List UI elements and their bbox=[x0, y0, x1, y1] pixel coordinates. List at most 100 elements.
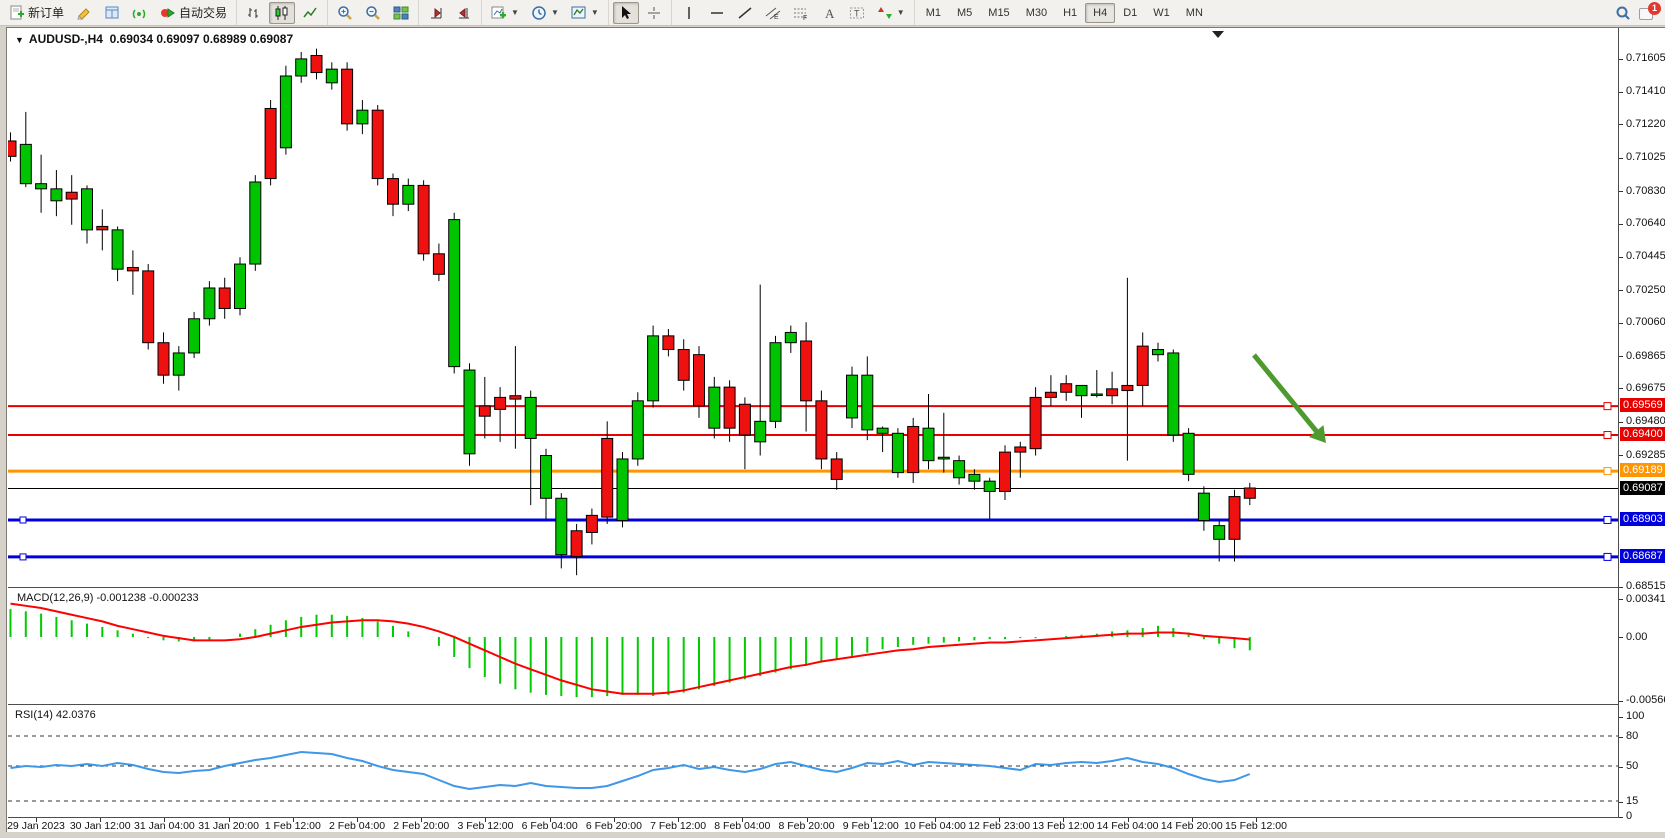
price-tick: 0.70060 bbox=[1626, 316, 1665, 328]
vertical-line-button[interactable] bbox=[676, 2, 702, 24]
signal-icon bbox=[132, 5, 148, 21]
timeframe-h4-button[interactable]: H4 bbox=[1085, 3, 1115, 23]
notifications-icon[interactable]: 1 bbox=[1639, 5, 1657, 21]
zoom-in-icon bbox=[337, 5, 353, 21]
timeframe-m15-button[interactable]: M15 bbox=[980, 3, 1017, 23]
toolbar-group-5 bbox=[608, 0, 671, 25]
autotrading-button[interactable]: 自动交易 bbox=[155, 1, 232, 24]
dropdown-caret-icon[interactable]: ▼ bbox=[591, 8, 599, 17]
toolbar-group-1 bbox=[236, 0, 327, 25]
candle-bull bbox=[464, 370, 475, 454]
indicators-button[interactable]: ▼ bbox=[486, 2, 524, 24]
candle-bull bbox=[280, 76, 291, 148]
candle-bull bbox=[770, 343, 781, 422]
timeframe-m5-button[interactable]: M5 bbox=[949, 3, 980, 23]
arrows-button[interactable]: ▼ bbox=[872, 2, 910, 24]
candle-bear bbox=[1137, 346, 1148, 385]
line-chart-button[interactable] bbox=[297, 2, 323, 24]
candle-bull bbox=[954, 461, 965, 478]
candle-bear bbox=[1000, 452, 1011, 491]
zoom-out-button[interactable] bbox=[360, 2, 386, 24]
candle-bull bbox=[296, 59, 307, 76]
dropdown-caret-icon[interactable]: ▼ bbox=[511, 8, 519, 17]
candle-bear bbox=[602, 438, 613, 517]
candle-bear bbox=[265, 108, 276, 178]
signals-button[interactable] bbox=[127, 2, 153, 24]
macd-tick: 0.00 bbox=[1626, 631, 1647, 643]
line-handle-icon[interactable] bbox=[20, 554, 26, 560]
time-axis-label: 29 Jan 2023 bbox=[7, 820, 65, 832]
price-tick: 0.71410 bbox=[1626, 85, 1665, 97]
chart-shift-marker-icon[interactable] bbox=[1212, 31, 1224, 38]
market-window-button[interactable] bbox=[99, 2, 125, 24]
line-handle-icon[interactable] bbox=[1604, 432, 1611, 439]
timeframe-m1-button[interactable]: M1 bbox=[918, 3, 949, 23]
candle-bear bbox=[816, 401, 827, 459]
timeframe-mn-button[interactable]: MN bbox=[1178, 3, 1211, 23]
fibo-icon: F bbox=[793, 5, 809, 21]
text-label-button[interactable]: T bbox=[844, 2, 870, 24]
notification-badge: 1 bbox=[1648, 2, 1661, 15]
tile-windows-button[interactable] bbox=[388, 2, 414, 24]
line-handle-icon[interactable] bbox=[1604, 403, 1611, 410]
line-handle-icon[interactable] bbox=[1604, 553, 1611, 560]
time-axis[interactable]: 29 Jan 202330 Jan 12:0031 Jan 04:0031 Ja… bbox=[8, 817, 1618, 833]
text-button[interactable]: A bbox=[816, 2, 842, 24]
styler-button[interactable] bbox=[71, 2, 97, 24]
timeframe-w1-button[interactable]: W1 bbox=[1145, 3, 1178, 23]
cursor-button[interactable] bbox=[613, 2, 639, 24]
fibonacci-button[interactable]: F bbox=[788, 2, 814, 24]
line-handle-icon[interactable] bbox=[20, 517, 26, 523]
rsi-tick: 100 bbox=[1626, 710, 1644, 722]
timeframe-h1-button[interactable]: H1 bbox=[1055, 3, 1085, 23]
timeframe-m30-button[interactable]: M30 bbox=[1018, 3, 1055, 23]
time-axis-label: 13 Feb 12:00 bbox=[1032, 820, 1094, 832]
candle-bull bbox=[632, 401, 643, 459]
candle-bear bbox=[801, 341, 812, 401]
candle-bear bbox=[678, 350, 689, 381]
crosshair-button[interactable] bbox=[641, 2, 667, 24]
line-handle-icon[interactable] bbox=[1604, 468, 1611, 475]
template-icon bbox=[571, 5, 587, 21]
macd-tick: -0.005669 bbox=[1626, 694, 1665, 706]
candles-chart-button[interactable] bbox=[269, 2, 295, 24]
templates-button[interactable]: ▼ bbox=[566, 2, 604, 24]
new-order-icon bbox=[9, 5, 25, 21]
dropdown-caret-icon[interactable]: ▼ bbox=[551, 8, 559, 17]
dropdown-caret-icon[interactable]: ▼ bbox=[897, 8, 905, 17]
candle-bull bbox=[204, 288, 215, 319]
chart-shift-button[interactable] bbox=[451, 2, 477, 24]
candle-bull bbox=[755, 421, 766, 442]
price-axis[interactable]: 0.716050.714100.712200.710250.708300.706… bbox=[1618, 28, 1665, 818]
trendline-button[interactable] bbox=[732, 2, 758, 24]
horizontal-line-button[interactable] bbox=[704, 2, 730, 24]
autotrading-icon bbox=[160, 5, 176, 21]
macd-panel[interactable] bbox=[8, 592, 1618, 704]
equidistant-channel-button[interactable]: E bbox=[760, 2, 786, 24]
candle-bear bbox=[8, 141, 16, 156]
search-icon[interactable] bbox=[1615, 5, 1631, 21]
bars-chart-button[interactable] bbox=[241, 2, 267, 24]
arrow-annotation[interactable] bbox=[1254, 355, 1320, 435]
line-handle-icon[interactable] bbox=[1604, 516, 1611, 523]
candle-bear bbox=[433, 254, 444, 275]
price-line-badge: 0.69189 bbox=[1620, 463, 1665, 477]
candle-bear bbox=[1045, 392, 1056, 397]
chevron-down-icon[interactable]: ▼ bbox=[15, 35, 24, 45]
auto-scroll-button[interactable] bbox=[423, 2, 449, 24]
price-tick: 0.70445 bbox=[1626, 250, 1665, 262]
chart-title[interactable]: ▼AUDUSD-,H4 0.69034 0.69097 0.68989 0.69… bbox=[15, 32, 293, 46]
candle-bull bbox=[525, 397, 536, 438]
time-axis-label: 12 Feb 23:00 bbox=[968, 820, 1030, 832]
market-icon bbox=[104, 5, 120, 21]
zoom-in-button[interactable] bbox=[332, 2, 358, 24]
candle-bear bbox=[97, 226, 108, 229]
new-order-button[interactable]: 新订单 bbox=[4, 1, 69, 24]
timeframe-d1-button[interactable]: D1 bbox=[1115, 3, 1145, 23]
price-tick: 0.70250 bbox=[1626, 284, 1665, 296]
price-chart[interactable] bbox=[8, 30, 1618, 587]
candle-bull bbox=[326, 69, 337, 83]
time-axis-label: 2 Feb 20:00 bbox=[393, 820, 449, 832]
rsi-panel[interactable] bbox=[8, 708, 1618, 817]
periods-button[interactable]: ▼ bbox=[526, 2, 564, 24]
